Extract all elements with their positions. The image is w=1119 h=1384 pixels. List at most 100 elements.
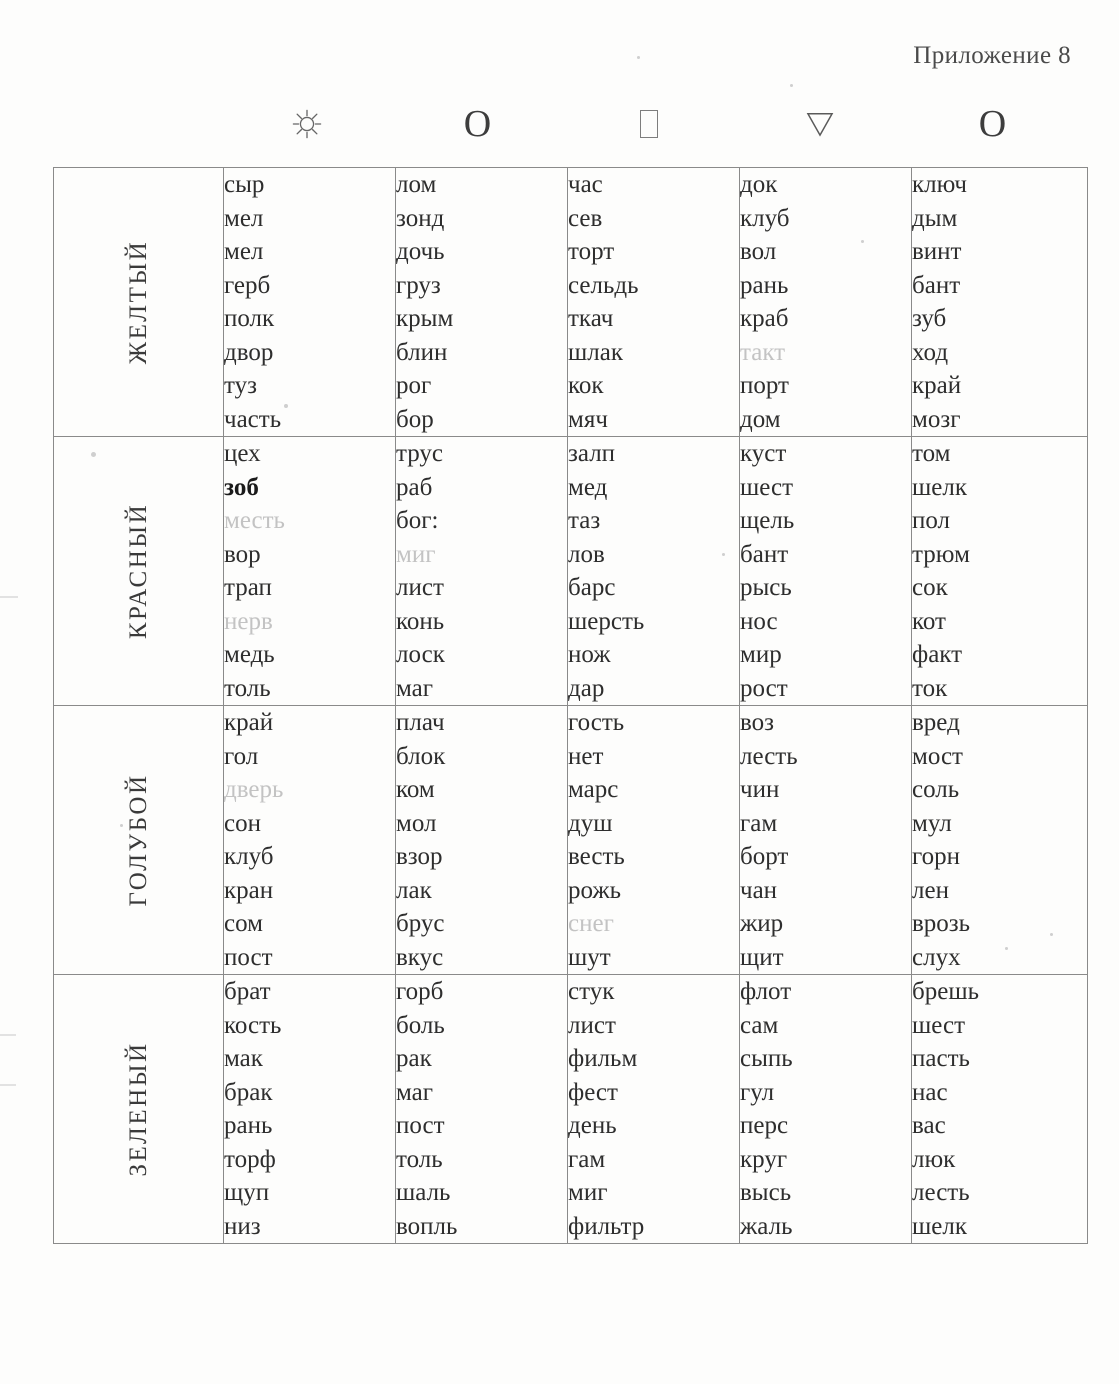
word: рог	[396, 372, 432, 399]
word: чан	[740, 876, 778, 904]
word: пост	[396, 1112, 445, 1139]
word: брак	[224, 1078, 273, 1106]
word: рысь	[740, 574, 792, 601]
word: туз	[224, 372, 257, 399]
word: факт	[912, 641, 963, 668]
word: цех	[224, 440, 261, 467]
word: миг	[568, 1179, 608, 1206]
word: сыр	[224, 171, 265, 198]
table-row: ЖЕЛТЫЙ сыр мел мел герб полк двор туз ча…	[53, 167, 1088, 437]
word: снег	[568, 910, 614, 937]
word: винт	[912, 238, 962, 265]
word: рань	[740, 271, 789, 299]
triangle-down-icon	[806, 113, 834, 137]
word: шест	[740, 473, 793, 501]
sun-symbol-cell	[222, 98, 392, 150]
word: фильтр	[568, 1212, 645, 1240]
row-label-green: ЗЕЛЕНЫЙ	[124, 1041, 152, 1177]
word: том	[912, 440, 951, 467]
row-label-cell-red: КРАСНЫЙ	[53, 436, 224, 706]
word: шут	[568, 943, 611, 971]
word: вред	[912, 709, 960, 736]
word: дочь	[396, 238, 445, 265]
word: бант	[740, 540, 789, 568]
row-label-cell-green: ЗЕЛЕНЫЙ	[53, 974, 224, 1244]
word: фест	[568, 1078, 618, 1106]
word: пол	[912, 507, 951, 534]
word: бант	[912, 271, 961, 299]
word: весть	[568, 843, 625, 870]
word: жир	[740, 910, 784, 937]
word: толь	[224, 674, 271, 702]
word-column-5: ключ дым винт бант зуб ход край мозг	[911, 167, 1088, 437]
word: лом	[396, 171, 437, 198]
word-column-4: воз лесть чин гам борт чан жир щит	[739, 705, 912, 975]
row-label-yellow: ЖЕЛТЫЙ	[124, 239, 152, 365]
word-column-3: гость нет марс душ весть рожь снег шут	[567, 705, 740, 975]
word-column-4: куст шест щель бант рысь нос мир рост	[739, 436, 912, 706]
word: гость	[568, 709, 625, 736]
word: сельдь	[568, 271, 639, 299]
word: герб	[224, 271, 271, 299]
word: шелк	[912, 473, 967, 501]
word: щит	[740, 943, 784, 971]
word: двор	[224, 338, 274, 366]
word: сев	[568, 204, 603, 232]
word: месть	[224, 507, 285, 534]
word: щуп	[224, 1179, 270, 1206]
word-column-3: залп мед таз лов барс шерсть нож дар	[567, 436, 740, 706]
word: вол	[740, 238, 777, 265]
word: горн	[912, 843, 961, 870]
word: таз	[568, 507, 601, 534]
row-label-cell-blue: ГОЛУБОЙ	[53, 705, 224, 975]
word: брешь	[912, 978, 979, 1005]
word: нож	[568, 641, 611, 668]
word: взор	[396, 843, 443, 870]
word: раб	[396, 473, 433, 501]
word-column-4: док клуб вол рань краб такт порт дом	[739, 167, 912, 437]
word: кран	[224, 876, 274, 904]
word: зонд	[396, 204, 445, 232]
word: бор	[396, 405, 434, 433]
word: край	[912, 372, 962, 399]
word: вопль	[396, 1212, 458, 1240]
rectangle-symbol-cell	[563, 98, 735, 150]
word: шлак	[568, 338, 623, 366]
word-column-1: цех зоб месть вор трап нерв медь толь	[223, 436, 396, 706]
word: день	[568, 1112, 617, 1139]
word-column-5: том шелк пол трюм сок кот факт ток	[911, 436, 1088, 706]
word: торф	[224, 1145, 276, 1173]
word: слух	[912, 943, 961, 971]
table-row: КРАСНЫЙ цех зоб месть вор трап нерв медь…	[53, 436, 1088, 706]
word: борт	[740, 843, 789, 870]
rectangle-icon	[640, 110, 658, 138]
word: воз	[740, 709, 775, 736]
word: нет	[568, 742, 604, 770]
word: кот	[912, 607, 946, 635]
word: конь	[396, 607, 445, 635]
word: мир	[740, 641, 782, 668]
word: круг	[740, 1145, 788, 1173]
word: брат	[224, 978, 271, 1005]
word: сыпь	[740, 1045, 793, 1072]
word: горб	[396, 978, 444, 1005]
word: док	[740, 171, 778, 198]
word: чин	[740, 776, 780, 803]
word: брус	[396, 910, 445, 937]
word: дым	[912, 204, 958, 232]
circle-symbol-cell-2: O	[905, 98, 1080, 150]
word: мак	[224, 1045, 263, 1072]
appendix-title: Приложение 8	[913, 42, 1071, 69]
word: боль	[396, 1011, 445, 1039]
word: кость	[224, 1011, 282, 1039]
word-column-1: брат кость мак брак рань торф щуп низ	[223, 974, 396, 1244]
word: дар	[568, 674, 605, 702]
word: край	[224, 709, 274, 736]
table-row: ГОЛУБОЙ край гол дверь сон клуб кран сом…	[53, 705, 1088, 975]
word: рост	[740, 674, 788, 702]
word: кок	[568, 372, 604, 399]
word: сон	[224, 809, 261, 837]
word: мел	[224, 238, 264, 265]
word: лист	[396, 574, 444, 601]
word: сом	[224, 910, 263, 937]
